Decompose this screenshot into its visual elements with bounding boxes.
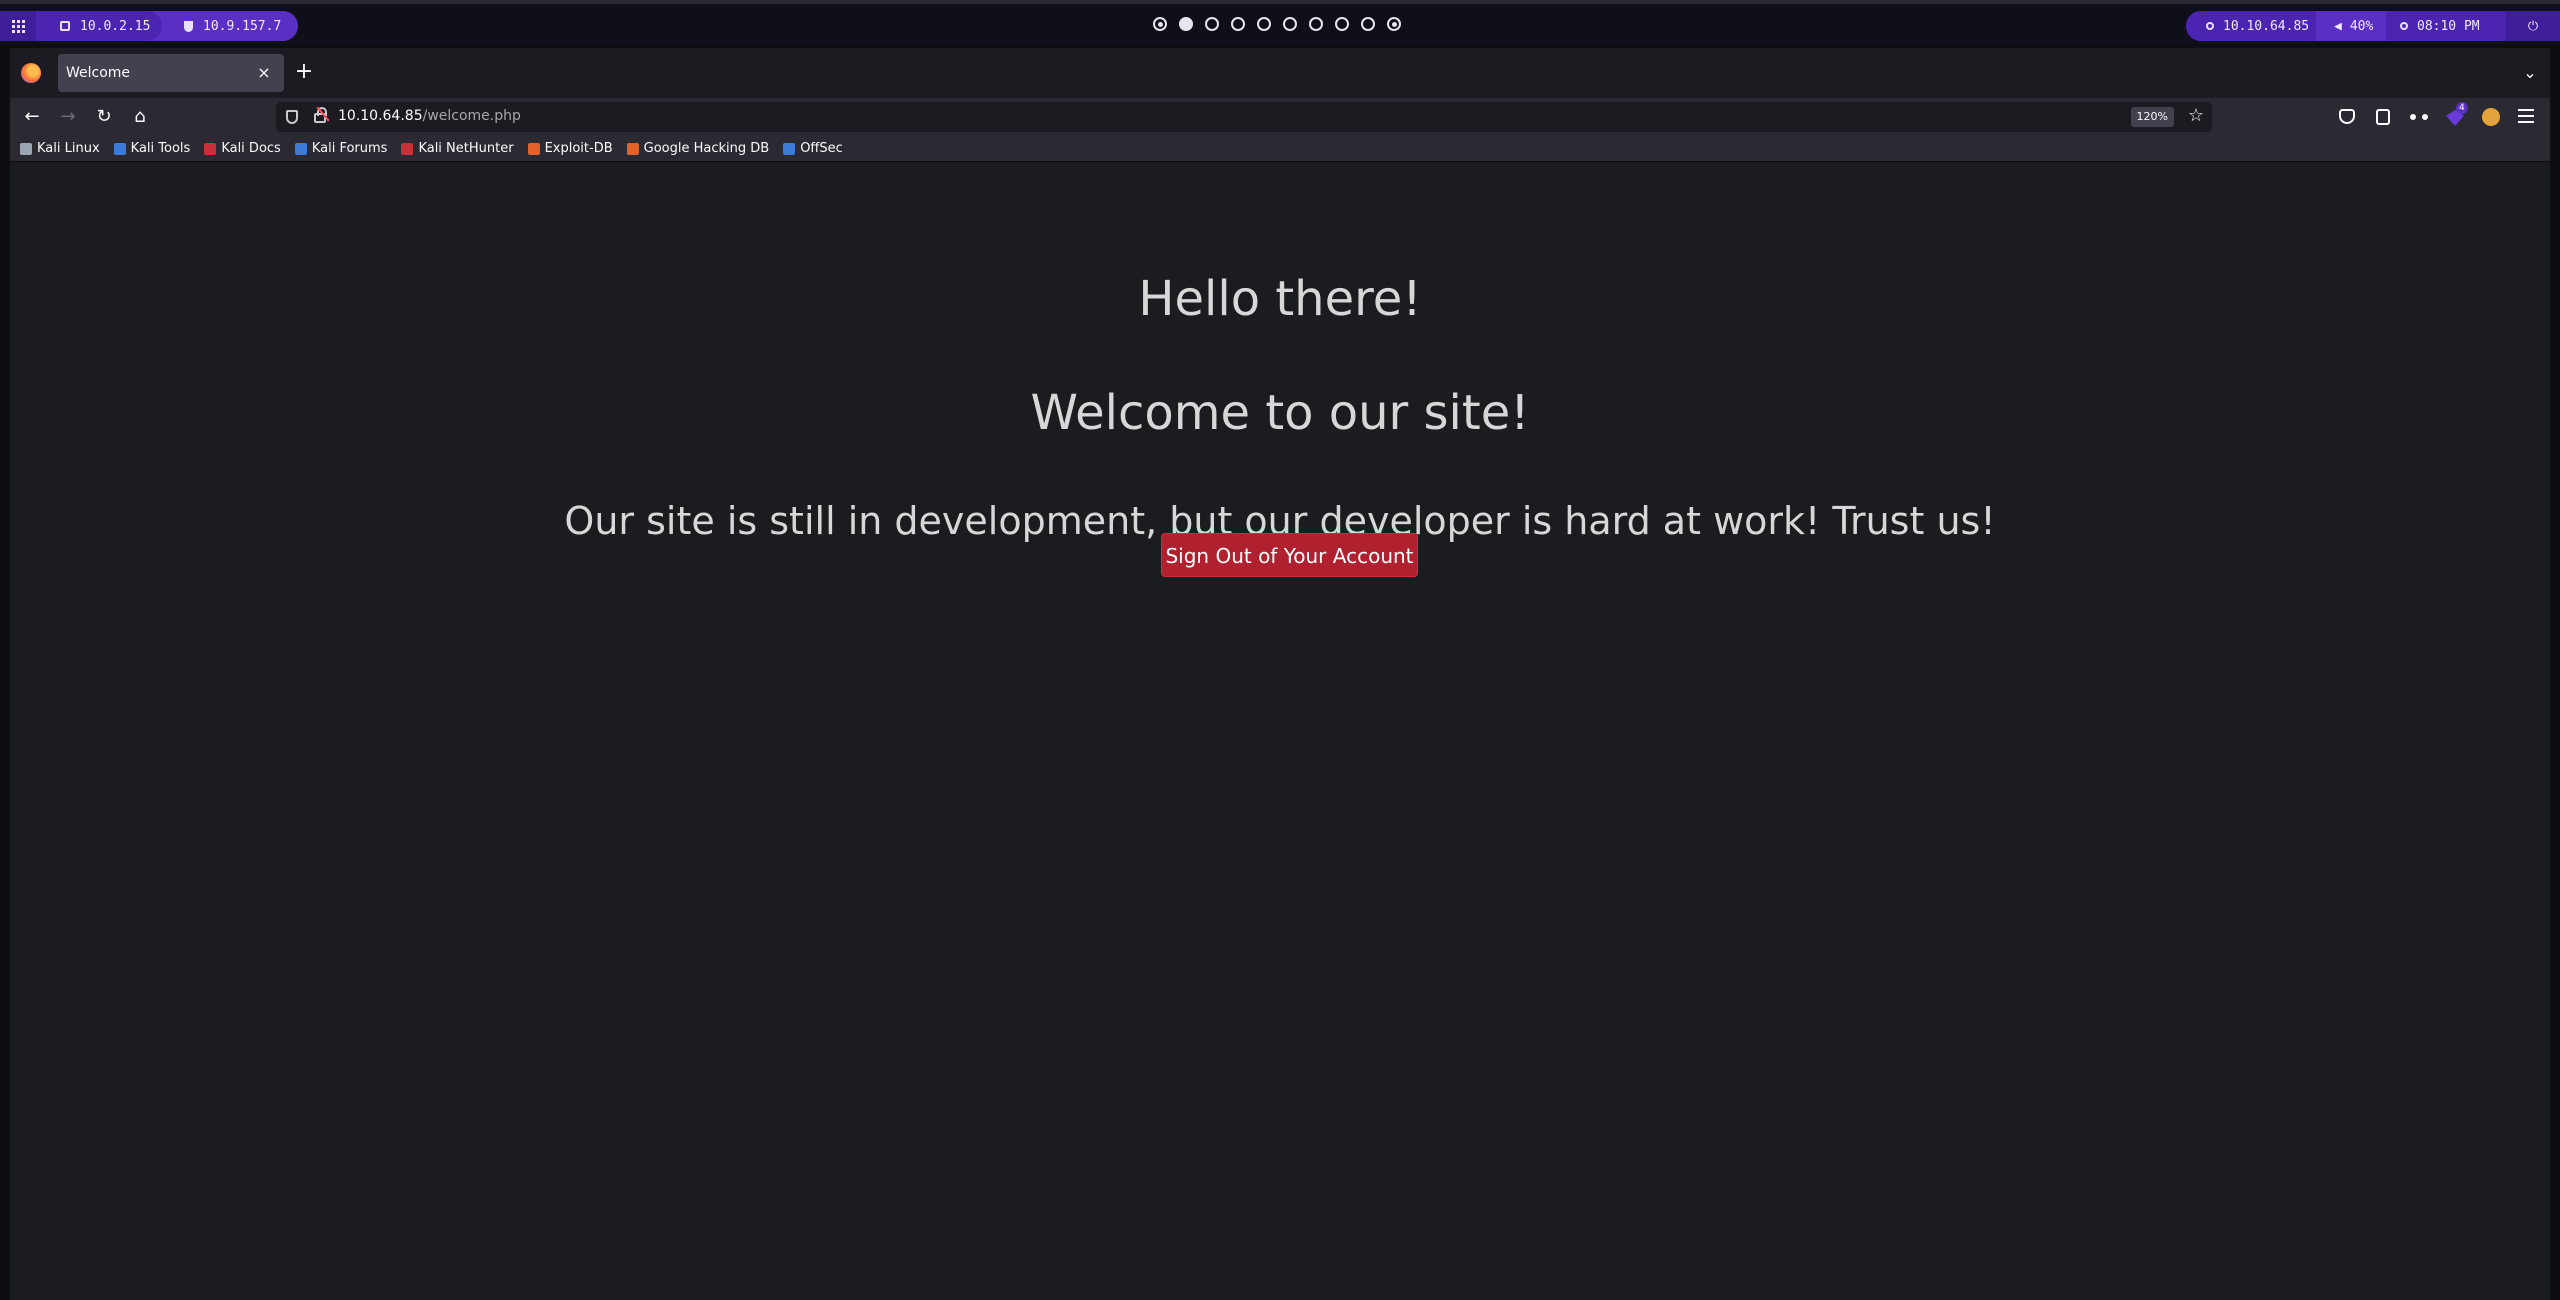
workspace-3[interactable]: [1205, 17, 1219, 31]
bookmark-google-hacking-db[interactable]: Google Hacking DB: [626, 141, 770, 156]
bookmark-kali-docs[interactable]: Kali Docs: [204, 141, 281, 156]
workspace-6[interactable]: [1283, 17, 1297, 31]
bookmark-star-icon[interactable]: ☆: [2188, 105, 2204, 126]
bookmark-favicon-icon: [527, 142, 540, 155]
bookmark-exploit-db[interactable]: Exploit-DB: [527, 141, 613, 156]
back-arrow-icon[interactable]: ←: [20, 105, 44, 129]
power-button[interactable]: ⏻: [2506, 11, 2560, 41]
url-path: /welcome.php: [422, 108, 521, 124]
close-tab-icon[interactable]: ×: [254, 63, 274, 83]
workspace-9[interactable]: [1361, 17, 1375, 31]
clock: 08:10 PM: [2386, 11, 2506, 41]
extension-badge: 4: [2456, 102, 2468, 114]
bookmark-label: Kali NetHunter: [418, 141, 514, 156]
local-ip-indicator: 10.0.2.15: [36, 11, 162, 41]
target-ip-text: 10.10.64.85: [2223, 18, 2310, 34]
vpn-shield-icon: [184, 20, 193, 32]
sign-out-button[interactable]: Sign Out of Your Account: [1161, 533, 1418, 577]
workspace-4[interactable]: [1231, 17, 1245, 31]
workspace-5[interactable]: [1257, 17, 1271, 31]
workspace-1[interactable]: [1153, 17, 1167, 31]
extensions-icon[interactable]: [2376, 109, 2390, 125]
url-text[interactable]: 10.10.64.85/welcome.php: [338, 108, 521, 124]
pocket-icon[interactable]: [2339, 109, 2355, 124]
bookmark-kali-nethunter[interactable]: Kali NetHunter: [401, 141, 514, 156]
browser-window: Welcome × + ⌄ ← → ↻ ⌂ 10.10.64.85/welcom…: [10, 48, 2550, 1300]
bookmark-label: Kali Docs: [221, 141, 281, 156]
page-viewport: Hello there! Welcome to our site! Our si…: [10, 163, 2550, 1300]
network-icon: [60, 21, 70, 31]
bookmark-label: Kali Forums: [311, 141, 388, 156]
bookmark-label: Kali Linux: [37, 141, 100, 156]
hamburger-menu-icon[interactable]: [2518, 109, 2534, 123]
workspace-7[interactable]: [1309, 17, 1323, 31]
clock-icon: [2400, 22, 2408, 30]
workspace-switcher: [1153, 17, 1401, 31]
workspace-10[interactable]: [1387, 17, 1401, 31]
greeting-heading: Hello there!: [1138, 271, 1422, 327]
bookmark-favicon-icon: [626, 142, 639, 155]
right-status-pill: 10.10.64.85 ◀ 40% 08:10 PM ⏻: [2186, 11, 2560, 41]
desktop-top-bar: 10.0.2.15 10.9.157.7 10.10.64.85 ◀ 40% 0…: [0, 0, 2560, 44]
grid-icon: [11, 19, 25, 33]
url-bar[interactable]: 10.10.64.85/welcome.php 120% ☆: [276, 102, 2212, 132]
bookmark-favicon-icon: [783, 142, 796, 155]
tracking-protection-shield-icon[interactable]: [286, 110, 298, 124]
workspace-2[interactable]: [1179, 17, 1193, 31]
bookmark-label: OffSec: [800, 141, 843, 156]
firefox-icon: [21, 63, 41, 83]
volume-indicator[interactable]: ◀ 40%: [2316, 11, 2386, 41]
target-icon: [2206, 22, 2214, 30]
vpn-ip-indicator: 10.9.157.7: [162, 11, 281, 41]
tab-strip: Welcome × + ⌄: [10, 48, 2550, 98]
bookmark-kali-tools[interactable]: Kali Tools: [113, 141, 191, 156]
target-ip-indicator: 10.10.64.85: [2186, 11, 2316, 41]
navigation-toolbar: ← → ↻ ⌂ 10.10.64.85/welcome.php 120% ☆ 4: [10, 98, 2550, 136]
app-menu-button[interactable]: [0, 11, 36, 41]
local-ip-text: 10.0.2.15: [80, 18, 151, 34]
new-tab-button[interactable]: +: [292, 61, 316, 85]
insecure-lock-icon[interactable]: [314, 107, 327, 123]
left-status-pill: 10.0.2.15 10.9.157.7: [0, 11, 298, 41]
power-icon: ⏻: [2527, 18, 2539, 34]
volume-text: 40%: [2349, 18, 2374, 34]
bookmark-favicon-icon: [294, 142, 307, 155]
volume-icon: ◀: [2334, 18, 2342, 34]
bookmark-kali-linux[interactable]: Kali Linux: [20, 141, 100, 156]
bookmark-favicon-icon: [204, 142, 217, 155]
bookmark-favicon-icon: [20, 142, 32, 155]
bookmark-label: Google Hacking DB: [643, 141, 770, 156]
bookmark-label: Kali Tools: [130, 141, 191, 156]
welcome-heading: Welcome to our site!: [1030, 385, 1530, 441]
list-all-tabs-chevron-down-icon[interactable]: ⌄: [2520, 63, 2540, 83]
bookmarks-toolbar: Kali Linux Kali Tools Kali Docs Kali Forums…: [10, 136, 2550, 162]
forward-arrow-icon[interactable]: →: [56, 105, 80, 129]
zoom-level-button[interactable]: 120%: [2130, 107, 2174, 127]
home-icon[interactable]: ⌂: [128, 105, 152, 129]
bookmark-label: Exploit-DB: [544, 141, 613, 156]
clock-text: 08:10 PM: [2417, 18, 2480, 34]
foxyproxy-mask-icon[interactable]: [2408, 112, 2430, 122]
bookmark-favicon-icon: [401, 142, 414, 155]
bookmark-offsec[interactable]: OffSec: [783, 141, 843, 156]
url-host: 10.10.64.85: [338, 108, 423, 124]
tab-welcome[interactable]: Welcome ×: [58, 54, 284, 92]
extension-fox-icon[interactable]: [2482, 108, 2500, 126]
vpn-ip-text: 10.9.157.7: [203, 18, 282, 34]
tab-title: Welcome: [66, 65, 131, 81]
reload-icon[interactable]: ↻: [92, 105, 116, 129]
bookmark-favicon-icon: [113, 142, 126, 155]
bookmark-kali-forums[interactable]: Kali Forums: [294, 141, 388, 156]
workspace-8[interactable]: [1335, 17, 1349, 31]
